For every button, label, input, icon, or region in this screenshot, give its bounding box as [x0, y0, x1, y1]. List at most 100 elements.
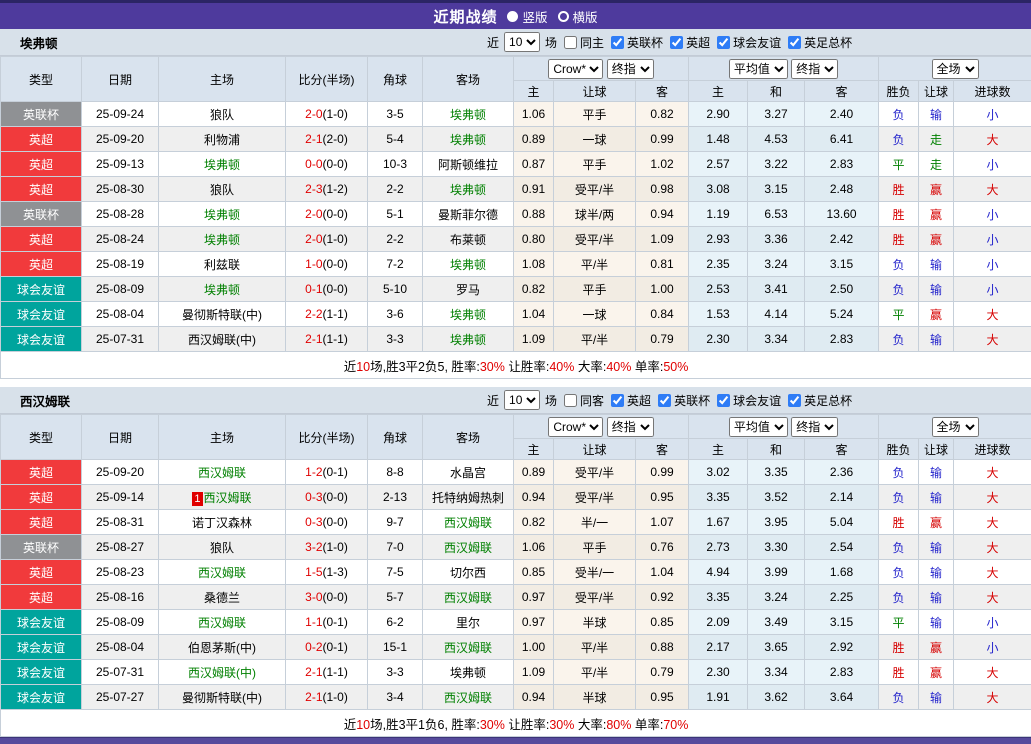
near-label: 近 [487, 392, 499, 409]
result-outcome: 负 [879, 277, 919, 302]
team-name: 西汉姆联 [20, 391, 70, 410]
same-venue-checkbox[interactable] [564, 36, 577, 49]
scope-select-cell: 全场 [879, 57, 1031, 81]
type-badge: 英超 [1, 560, 82, 585]
corner-score: 10-3 [368, 152, 423, 177]
handicap-away-odds: 1.04 [636, 560, 689, 585]
result-goals: 大 [954, 585, 1031, 610]
halftime-score: (1-3) [323, 565, 348, 579]
sections-container: 埃弗顿近10场同主英联杯英超球会友谊英足总杯类型日期主场比分(半场)角球客场Cr… [0, 29, 1031, 737]
handicap-away-odds: 0.84 [636, 302, 689, 327]
scope-select[interactable]: 全场 [932, 417, 979, 437]
score: 0-2(0-1) [286, 635, 368, 660]
handicap-home-odds: 0.82 [514, 277, 554, 302]
summary-text: 近10场,胜3平2负5, 胜率:30% 让胜率:40% 大率:40% 单率:50… [1, 352, 1031, 379]
avg-draw-odds: 3.49 [748, 610, 805, 635]
type-badge: 英联杯 [1, 202, 82, 227]
halftime-score: (1-1) [323, 665, 348, 679]
away-team-name: 罗马 [456, 283, 480, 297]
halftime-score: (0-0) [323, 490, 348, 504]
handicap-home-odds: 0.97 [514, 610, 554, 635]
result-goals: 小 [954, 635, 1031, 660]
avg-away-odds: 13.60 [805, 202, 879, 227]
average-stage-select[interactable]: 终指 [791, 417, 838, 437]
league-filter-checkbox[interactable] [611, 394, 624, 407]
orientation-vertical[interactable]: 竖版 [507, 7, 547, 26]
handicap-away-odds: 0.79 [636, 327, 689, 352]
match-row: 英超25-09-20利物浦2-1(2-0)5-4埃弗顿0.89一球0.991.4… [1, 127, 1031, 152]
bookmaker-stage-select[interactable]: 终指 [607, 417, 654, 437]
vertical-radio[interactable] [507, 11, 518, 22]
corner-score: 2-2 [368, 177, 423, 202]
result-handicap: 赢 [919, 227, 954, 252]
handicap-away-odds: 1.09 [636, 227, 689, 252]
corner-score: 2-2 [368, 227, 423, 252]
handicap-home-odds: 1.00 [514, 635, 554, 660]
league-filter-checkbox[interactable] [717, 394, 730, 407]
league-filter-checkbox[interactable] [658, 394, 671, 407]
avg-home-odds: 1.48 [689, 127, 748, 152]
bookmaker-stage-select[interactable]: 终指 [607, 59, 654, 79]
league-filter-checkbox[interactable] [670, 36, 683, 49]
avg-draw-odds: 3.15 [748, 177, 805, 202]
scope-select[interactable]: 全场 [932, 59, 979, 79]
away-team-name: 埃弗顿 [450, 183, 486, 197]
bookmaker-select[interactable]: Crow* [548, 59, 603, 79]
corner-score: 3-6 [368, 302, 423, 327]
summary-segment: 80% [606, 718, 631, 732]
handicap-home-odds: 1.08 [514, 252, 554, 277]
column-header: 类型 [1, 415, 82, 460]
average-stage-select[interactable]: 终指 [791, 59, 838, 79]
result-handicap: 赢 [919, 202, 954, 227]
match-date: 25-09-24 [82, 102, 159, 127]
score: 0-3(0-0) [286, 485, 368, 510]
match-row: 英超25-09-20西汉姆联1-2(0-1)8-8水晶宫0.89受平/半0.99… [1, 460, 1031, 485]
match-row: 英超25-09-141西汉姆联0-3(0-0)2-13托特纳姆热刺0.94受平/… [1, 485, 1031, 510]
league-filter-checkbox[interactable] [611, 36, 624, 49]
league-filter-label: 英足总杯 [804, 34, 852, 51]
halftime-score: (1-2) [323, 182, 348, 196]
bookmaker-select[interactable]: Crow* [548, 417, 603, 437]
league-filter-checkbox[interactable] [788, 394, 801, 407]
avg-home-odds: 1.53 [689, 302, 748, 327]
result-goals: 大 [954, 660, 1031, 685]
score: 2-1(1-1) [286, 660, 368, 685]
handicap-line: 平/半 [554, 660, 636, 685]
summary-row: 近10场,胜3平2负5, 胜率:30% 让胜率:40% 大率:40% 单率:50… [1, 352, 1031, 379]
horizontal-radio[interactable] [558, 11, 569, 22]
league-filter-checkbox[interactable] [788, 36, 801, 49]
average-select[interactable]: 平均值 [729, 417, 788, 437]
average-select[interactable]: 平均值 [729, 59, 788, 79]
handicap-home-odds: 0.97 [514, 585, 554, 610]
league-filter-checkbox[interactable] [717, 36, 730, 49]
result-outcome: 负 [879, 252, 919, 277]
fulltime-score: 0-0 [305, 157, 322, 171]
home-team: 狼队 [159, 177, 286, 202]
match-count-select[interactable]: 10 [504, 390, 540, 410]
handicap-line: 一球 [554, 127, 636, 152]
result-handicap: 输 [919, 685, 954, 710]
sub-column-header: 主 [514, 439, 554, 460]
match-row: 英超25-08-24埃弗顿2-0(1-0)2-2布莱顿0.80受平/半1.092… [1, 227, 1031, 252]
avg-draw-odds: 3.36 [748, 227, 805, 252]
type-badge: 英联杯 [1, 535, 82, 560]
match-count-select[interactable]: 10 [504, 32, 540, 52]
type-badge: 球会友谊 [1, 635, 82, 660]
fulltime-score: 2-0 [305, 232, 322, 246]
result-handicap: 输 [919, 277, 954, 302]
same-venue-checkbox[interactable] [564, 394, 577, 407]
away-team: 埃弗顿 [423, 177, 514, 202]
column-header: 比分(半场) [286, 415, 368, 460]
orientation-horizontal[interactable]: 横版 [558, 7, 598, 26]
avg-draw-odds: 3.24 [748, 252, 805, 277]
home-team-name: 西汉姆联 [198, 616, 246, 630]
handicap-away-odds: 1.07 [636, 510, 689, 535]
result-handicap: 输 [919, 485, 954, 510]
match-date: 25-08-30 [82, 177, 159, 202]
home-team-name: 利物浦 [204, 133, 240, 147]
result-outcome: 负 [879, 127, 919, 152]
result-goals: 小 [954, 102, 1031, 127]
avg-draw-odds: 3.35 [748, 460, 805, 485]
away-team: 西汉姆联 [423, 635, 514, 660]
handicap-away-odds: 0.88 [636, 635, 689, 660]
